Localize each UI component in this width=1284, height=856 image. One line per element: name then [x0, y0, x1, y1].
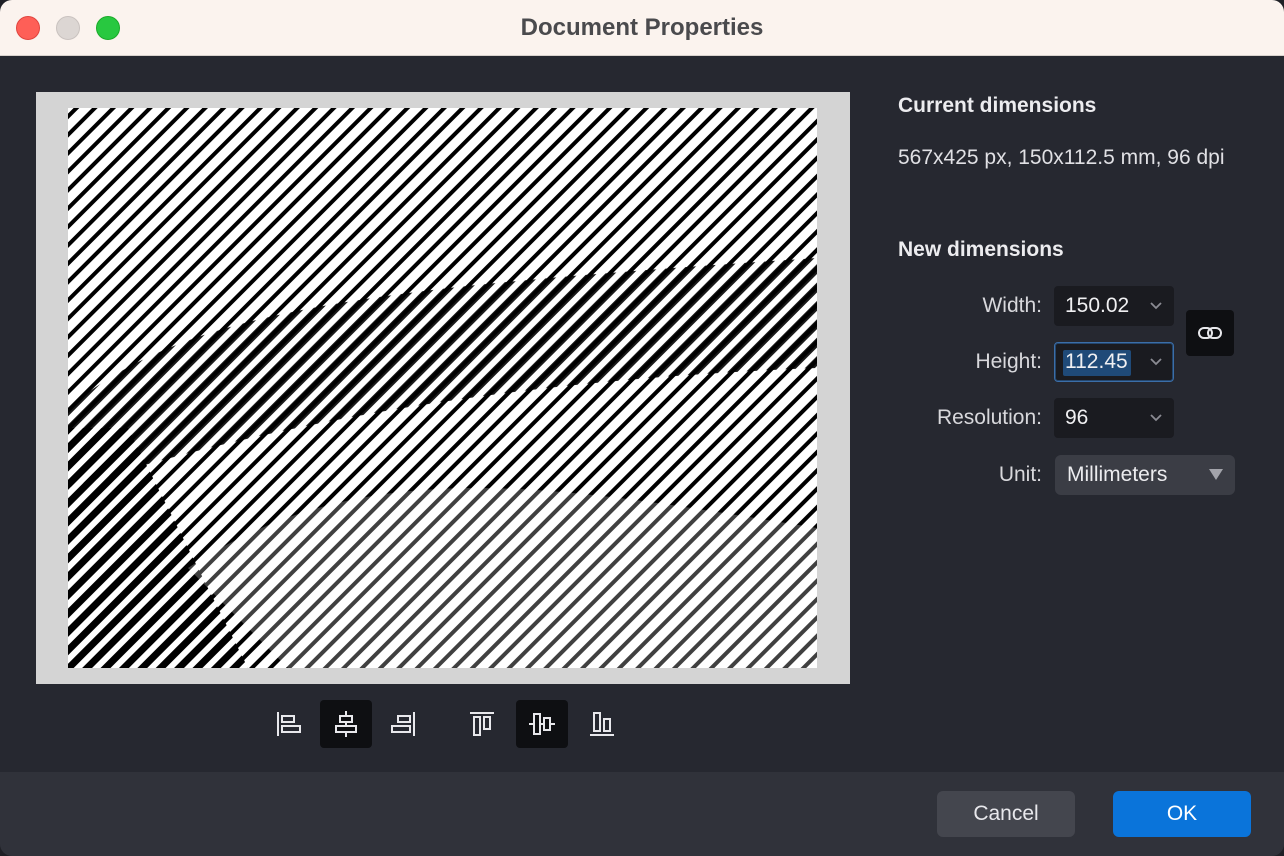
caret-down-icon — [1209, 469, 1223, 480]
title-bar: Document Properties — [0, 0, 1284, 56]
chevron-down-icon[interactable] — [1147, 353, 1165, 371]
resolution-label: Resolution: — [936, 406, 1042, 429]
chevron-down-icon[interactable] — [1147, 297, 1165, 315]
cancel-button[interactable]: Cancel — [937, 791, 1075, 837]
unit-label: Unit: — [998, 463, 1042, 486]
align-center-vertical-icon — [529, 713, 555, 735]
page-preview — [68, 108, 817, 668]
halftone-preview-image — [68, 108, 817, 668]
document-properties-dialog: Document Properties Current dimensions 5… — [0, 0, 1284, 856]
width-label: Width: — [982, 294, 1042, 317]
window-title: Document Properties — [520, 14, 764, 41]
link-dimensions-button[interactable] — [1186, 310, 1234, 356]
height-input[interactable] — [1065, 343, 1145, 381]
unit-dropdown[interactable]: Millimeters — [1055, 455, 1235, 495]
align-top-button[interactable] — [456, 700, 508, 748]
align-center-horizontal-button[interactable] — [320, 700, 372, 748]
resolution-spinbox[interactable] — [1054, 398, 1174, 438]
width-spinbox[interactable] — [1054, 286, 1174, 326]
width-input[interactable] — [1065, 287, 1145, 325]
current-dimensions-heading: Current dimensions — [898, 94, 1097, 117]
new-dimensions-heading: New dimensions — [898, 238, 1064, 261]
height-label: Height: — [975, 350, 1042, 373]
current-dimensions-value: 567x425 px, 150x112.5 mm, 96 dpi — [898, 146, 1225, 169]
align-bottom-icon — [590, 712, 614, 736]
height-spinbox[interactable] — [1054, 342, 1174, 382]
resolution-input[interactable] — [1065, 399, 1145, 437]
chevron-down-icon[interactable] — [1147, 409, 1165, 427]
unit-selected-value: Millimeters — [1067, 463, 1168, 486]
chain-link-icon — [1198, 327, 1222, 339]
align-left-button[interactable] — [262, 700, 314, 748]
align-bottom-button[interactable] — [576, 700, 628, 748]
align-center-vertical-button[interactable] — [516, 700, 568, 748]
align-center-horizontal-icon — [335, 711, 357, 737]
align-right-icon — [391, 712, 415, 736]
ok-button[interactable]: OK — [1113, 791, 1251, 837]
align-top-icon — [470, 712, 494, 736]
align-left-icon — [277, 712, 301, 736]
dialog-footer — [0, 772, 1284, 856]
align-right-button[interactable] — [378, 700, 430, 748]
